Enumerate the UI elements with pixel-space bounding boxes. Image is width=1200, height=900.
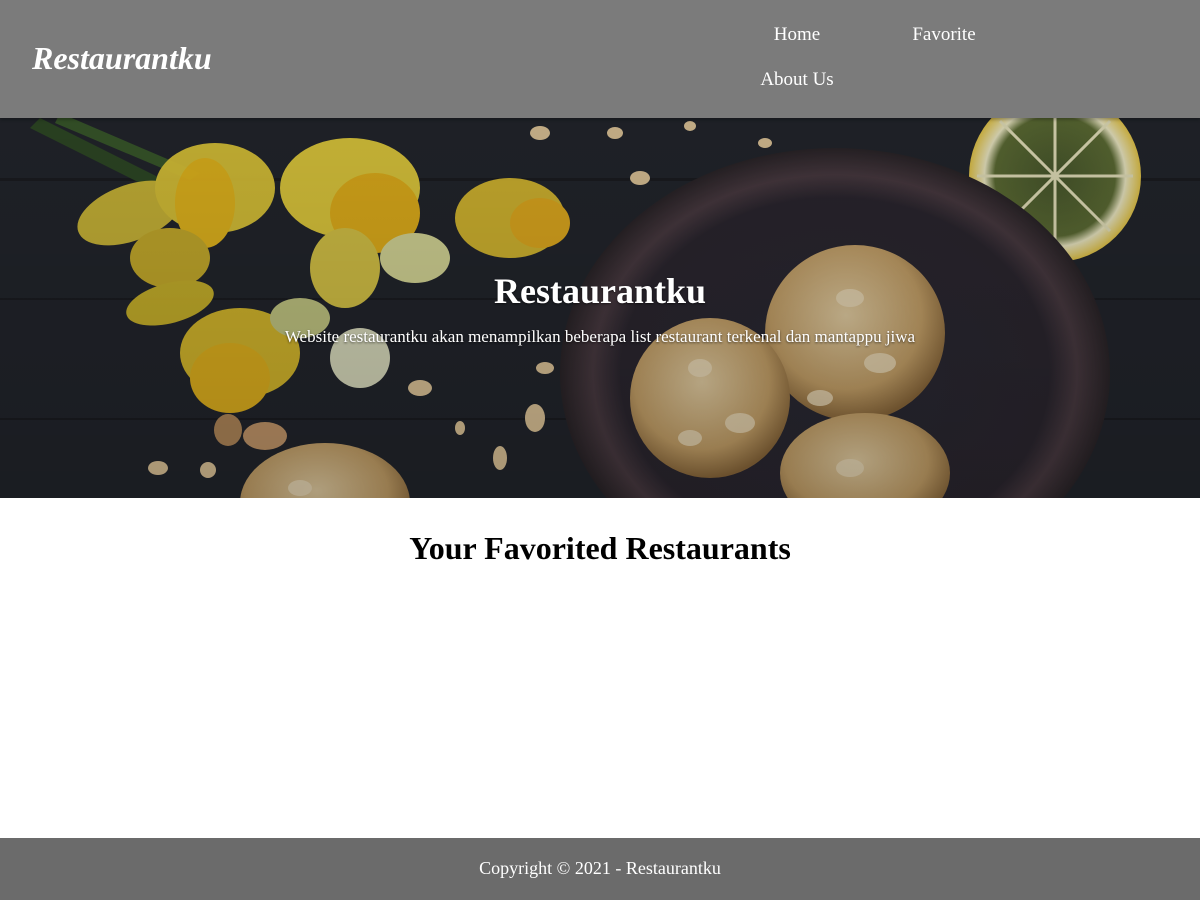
- app-header: Restaurantku Home Favorite About Us: [0, 0, 1200, 118]
- brand-logo-link[interactable]: Restaurantku: [32, 40, 212, 77]
- nav-favorite-link[interactable]: Favorite: [886, 24, 1002, 46]
- favorite-restaurant-list: [0, 590, 1200, 830]
- hero-title: Restaurantku: [493, 271, 707, 311]
- nav-home-link[interactable]: Home: [740, 24, 854, 46]
- favorites-heading: Your Favorited Restaurants: [409, 530, 791, 566]
- hero-banner: Restaurantku Website restaurantku akan m…: [0, 118, 1200, 498]
- footer-copyright: Copyright © 2021 - Restaurantku: [479, 858, 721, 878]
- app-root: Restaurantku Home Favorite About Us Rest…: [0, 0, 1200, 900]
- app-footer: Copyright © 2021 - Restaurantku: [0, 838, 1200, 900]
- hero-subtitle: Website restaurantku akan menampilkan be…: [284, 327, 916, 346]
- nav-about-link[interactable]: About Us: [740, 69, 854, 91]
